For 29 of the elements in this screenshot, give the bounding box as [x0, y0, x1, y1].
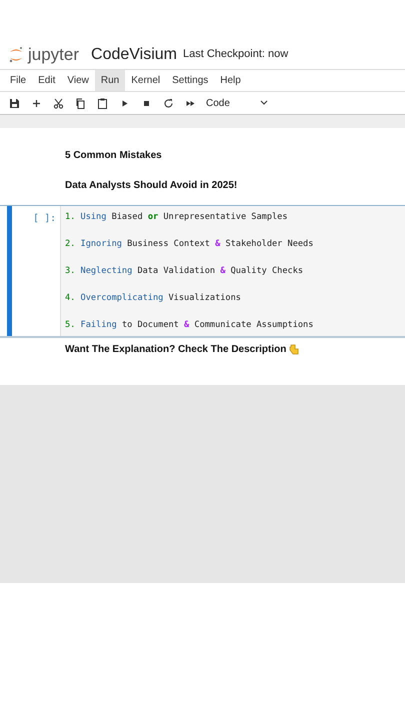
code-line: 2. Ignoring Business Context & Stakeholder Needs [65, 238, 314, 250]
scissors-icon[interactable] [52, 96, 65, 110]
code-line: 1. Using Biased or Unrepresentative Samples [65, 211, 289, 223]
chevron-down-icon [260, 100, 268, 106]
clipboard-icon[interactable] [96, 96, 109, 110]
markdown-heading: Data Analysts Should Avoid in 2025! [65, 179, 238, 193]
menu-item[interactable]: Kernel [125, 70, 166, 91]
save-icon[interactable] [8, 96, 21, 110]
cell-type-dropdown[interactable]: Code [206, 94, 268, 112]
menu-item[interactable]: Help [214, 70, 247, 91]
checkpoint-status: Last Checkpoint: now [183, 47, 288, 62]
notebook-title[interactable]: CodeVisium [91, 42, 177, 66]
menu-item[interactable]: File [4, 70, 32, 91]
markdown-heading: 5 Common Mistakes [65, 149, 163, 163]
jupyter-logo-icon [8, 44, 24, 64]
input-prompt: [ ]: [33, 212, 56, 226]
code-editor[interactable] [60, 206, 405, 336]
pointing-hand-icon [289, 344, 300, 356]
menu-item[interactable]: Edit [32, 70, 62, 91]
menu-item[interactable]: Run [94, 70, 126, 91]
refresh-icon[interactable] [162, 96, 175, 110]
code-line: 5. Failing to Document & Communicate Assumptions [65, 319, 314, 331]
markdown-heading: Want The Explanation? Check The Description [65, 343, 286, 357]
copy-icon[interactable] [74, 96, 87, 110]
menu-item[interactable]: View [61, 70, 95, 91]
jupyter-wordmark: jupyter [28, 44, 80, 66]
menu-item[interactable]: Settings [166, 70, 214, 91]
code-line: 3. Neglecting Data Validation & Quality Checks [65, 265, 304, 277]
code-line: 4. Overcomplicating Visualizations [65, 292, 242, 304]
